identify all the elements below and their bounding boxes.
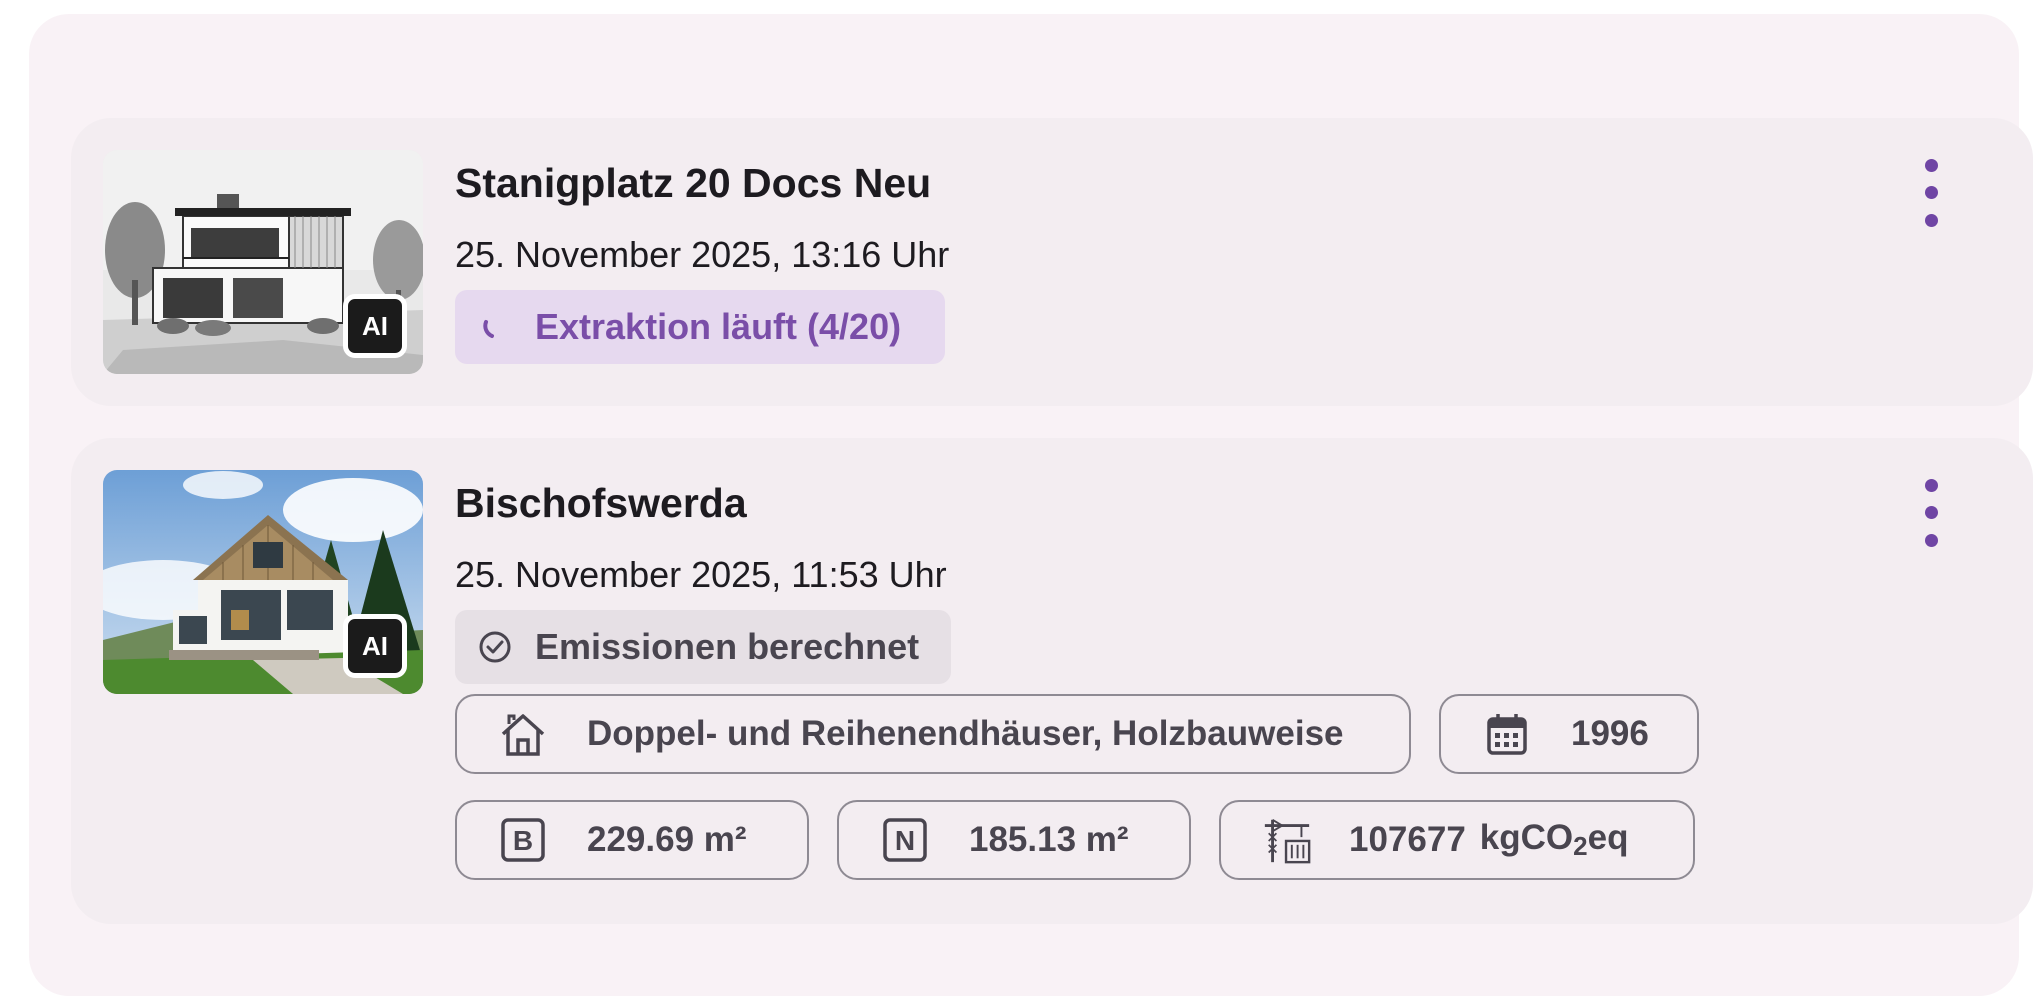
more-options-icon[interactable] bbox=[1901, 472, 1961, 554]
project-card[interactable]: AI Stanigplatz 20 Docs Neu 25. November … bbox=[71, 118, 2033, 406]
ai-badge: AI bbox=[343, 294, 407, 358]
spinner-icon bbox=[477, 309, 513, 345]
project-thumbnail: AI bbox=[103, 470, 423, 694]
crane-icon bbox=[1261, 814, 1313, 866]
svg-text:B: B bbox=[513, 825, 533, 856]
construction-year-chip: 1996 bbox=[1439, 694, 1699, 774]
letter-n-icon: N bbox=[879, 814, 931, 866]
project-title[interactable]: Stanigplatz 20 Docs Neu bbox=[455, 160, 931, 207]
check-circle-icon bbox=[477, 629, 513, 665]
project-date: 25. November 2025, 11:53 Uhr bbox=[455, 554, 947, 595]
project-date: 25. November 2025, 13:16 Uhr bbox=[455, 234, 950, 275]
project-thumbnail: AI bbox=[103, 150, 423, 374]
gross-area-label: 229.69 m² bbox=[587, 820, 747, 859]
net-area-label: 185.13 m² bbox=[969, 820, 1129, 859]
status-badge: Extraktion läuft (4/20) bbox=[455, 290, 945, 364]
calendar-icon bbox=[1481, 708, 1533, 760]
status-badge: Emissionen berechnet bbox=[455, 610, 951, 684]
svg-text:N: N bbox=[895, 825, 915, 856]
net-area-chip: N 185.13 m² bbox=[837, 800, 1191, 880]
emissions-value: 107677 bbox=[1349, 820, 1466, 859]
construction-year-label: 1996 bbox=[1571, 714, 1649, 753]
letter-b-icon: B bbox=[497, 814, 549, 866]
building-type-label: Doppel- und Reihenendhäuser, Holzbauweis… bbox=[587, 714, 1344, 753]
status-label: Emissionen berechnet bbox=[535, 626, 920, 667]
emissions-unit: kgCO2eq bbox=[1479, 818, 1629, 861]
project-card[interactable]: AI Bischofswerda 25. November 2025, 11:5… bbox=[71, 438, 2033, 924]
project-list-panel: AI Stanigplatz 20 Docs Neu 25. November … bbox=[29, 14, 2033, 996]
more-options-icon[interactable] bbox=[1901, 152, 1961, 234]
building-type-chip: Doppel- und Reihenendhäuser, Holzbauweis… bbox=[455, 694, 1411, 774]
gross-area-chip: B 229.69 m² bbox=[455, 800, 809, 880]
ai-badge: AI bbox=[343, 614, 407, 678]
status-label: Extraktion läuft (4/20) bbox=[535, 306, 902, 347]
house-icon bbox=[497, 708, 549, 760]
emissions-chip: 107677 kgCO2eq bbox=[1219, 800, 1695, 880]
project-title[interactable]: Bischofswerda bbox=[455, 480, 747, 527]
